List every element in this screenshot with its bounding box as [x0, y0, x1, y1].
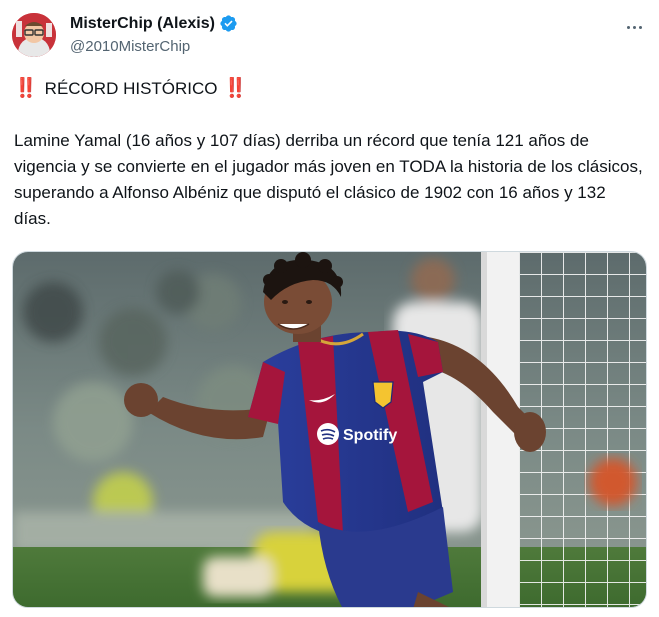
double-exclamation-emoji: ‼️	[14, 78, 38, 99]
verified-badge-icon	[220, 15, 237, 32]
author-handle[interactable]: @2010MisterChip	[70, 38, 190, 55]
football-celebration-image: Spotify	[13, 252, 646, 607]
double-exclamation-emoji: ‼️	[223, 78, 248, 99]
avatar[interactable]	[12, 13, 56, 57]
author-display-name[interactable]: MisterChip (Alexis)	[70, 15, 215, 33]
headline-text: RÉCORD HISTÓRICO	[44, 79, 218, 98]
tweet-body-text: Lamine Yamal (16 años y 107 días) derrib…	[14, 131, 643, 228]
cartoon-avatar-icon	[12, 13, 56, 57]
tweet-photo[interactable]: Spotify	[12, 251, 647, 608]
jersey-sponsor-label: Spotify	[343, 427, 397, 444]
tweet-card: MisterChip (Alexis) @2010MisterChip ‼️ R…	[0, 0, 659, 617]
author-name-row[interactable]: MisterChip (Alexis)	[70, 14, 238, 33]
more-options-icon[interactable]	[623, 16, 645, 38]
tweet-headline: ‼️ RÉCORD HISTÓRICO ‼️	[14, 77, 248, 101]
